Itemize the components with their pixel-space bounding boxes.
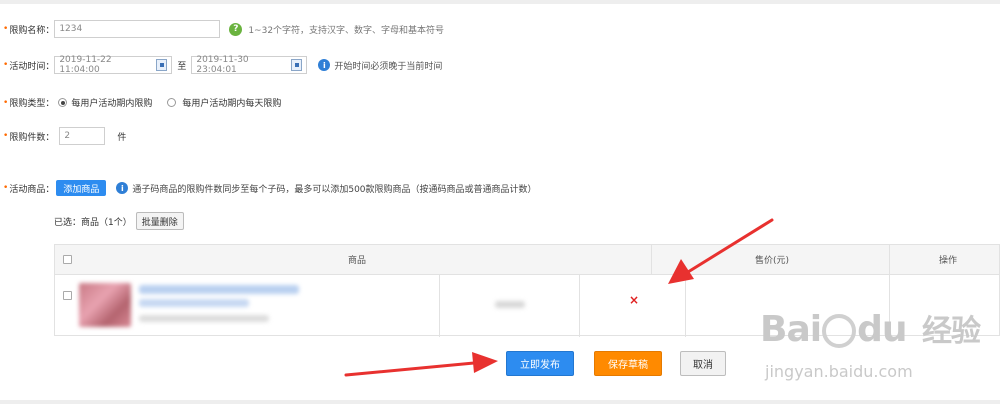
arrow-line	[344, 361, 476, 377]
watermark-brand: Bai du 经验	[760, 306, 981, 350]
watermark-brand-part2: du	[857, 309, 907, 350]
arrow-line	[686, 218, 774, 274]
watermark-brand-part1: Bai	[760, 309, 822, 350]
paw-icon	[822, 314, 857, 348]
watermark-url: jingyan.baidu.com	[765, 362, 913, 381]
watermark-cn: 经验	[922, 314, 981, 349]
arrow-head	[472, 352, 498, 373]
